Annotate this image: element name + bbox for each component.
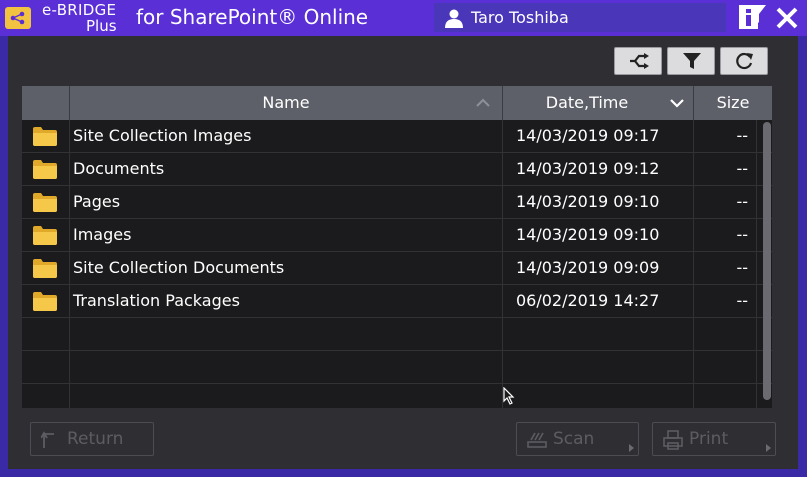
table-row[interactable]: Site Collection Documents 14/03/2019 09:0… (22, 252, 772, 285)
switch-site-icon (630, 53, 649, 69)
row-date (503, 318, 694, 350)
scan-label: Scan (553, 429, 595, 449)
filter-button[interactable] (667, 47, 715, 75)
header-size-label: Size (716, 93, 750, 112)
print-options-arrow (766, 444, 771, 452)
table-header: Name Date,Time Size (22, 86, 772, 120)
row-icon-cell (22, 120, 70, 152)
row-icon-cell (22, 318, 70, 350)
header-size[interactable]: Size (694, 86, 772, 120)
folder-icon (33, 292, 57, 311)
scrollbar[interactable] (763, 120, 773, 408)
row-date: 14/03/2019 09:10 (503, 219, 694, 251)
table-row[interactable]: Documents 14/03/2019 09:12 -- (22, 153, 772, 186)
return-button[interactable]: Return (30, 422, 154, 456)
info-button[interactable] (738, 4, 768, 32)
print-button[interactable]: Print (652, 422, 776, 456)
title-bar: e-BRIDGE Plus for SharePoint® Online Tar… (0, 0, 807, 36)
row-date: 14/03/2019 09:12 (503, 153, 694, 185)
row-icon-cell (22, 186, 70, 218)
refresh-button[interactable] (720, 47, 768, 75)
row-name: Documents (70, 153, 503, 185)
row-size: -- (694, 285, 757, 317)
empty-row (22, 318, 772, 351)
row-name: Site Collection Images (70, 120, 503, 152)
empty-row (22, 351, 772, 384)
app-window: e-BRIDGE Plus for SharePoint® Online Tar… (0, 0, 807, 477)
close-button[interactable] (773, 4, 801, 32)
row-icon-cell (22, 153, 70, 185)
scan-button[interactable]: Scan (516, 422, 639, 456)
table-row[interactable]: Site Collection Images 14/03/2019 09:17 -- (22, 120, 772, 153)
row-size: -- (694, 219, 757, 251)
brand-logo: e-BRIDGE Plus (38, 1, 130, 35)
row-name: Site Collection Documents (70, 252, 503, 284)
header-name-label: Name (262, 93, 310, 112)
scan-icon (527, 432, 547, 448)
row-size: -- (694, 153, 757, 185)
file-table: Name Date,Time Size Site Collection Imag… (22, 86, 772, 408)
folder-icon (33, 259, 57, 278)
row-name (70, 351, 503, 383)
folder-icon (33, 226, 57, 245)
folder-icon (33, 127, 57, 146)
row-size (694, 351, 757, 383)
row-icon-cell (22, 252, 70, 284)
table-row[interactable]: Translation Packages 06/02/2019 14:27 -- (22, 285, 772, 318)
row-size: -- (694, 120, 757, 152)
header-name[interactable]: Name (70, 86, 503, 120)
row-name: Images (70, 219, 503, 251)
chevron-up-icon (476, 98, 490, 107)
app-title: for SharePoint® Online (136, 5, 369, 29)
row-name: Translation Packages (70, 285, 503, 317)
row-icon-cell (22, 219, 70, 251)
brand-line-1: e-BRIDGE (42, 1, 117, 19)
header-date[interactable]: Date,Time (503, 86, 694, 120)
scan-options-arrow (629, 444, 634, 452)
user-box: Taro Toshiba (434, 3, 726, 32)
row-size (694, 318, 757, 350)
header-date-label: Date,Time (545, 93, 629, 112)
header-icon-column (22, 86, 70, 120)
row-date (503, 384, 694, 408)
row-date (503, 351, 694, 383)
row-name: Pages (70, 186, 503, 218)
row-size (694, 384, 757, 408)
row-date: 14/03/2019 09:09 (503, 252, 694, 284)
row-date: 14/03/2019 09:10 (503, 186, 694, 218)
table-row[interactable]: Images 14/03/2019 09:10 -- (22, 219, 772, 252)
user-icon (444, 8, 464, 32)
row-icon-cell (22, 351, 70, 383)
share-icon (5, 7, 31, 29)
print-icon (663, 430, 683, 450)
main-panel: Name Date,Time Size Site Collection Imag… (8, 36, 798, 469)
row-date: 06/02/2019 14:27 (503, 285, 694, 317)
switch-site-button[interactable] (614, 47, 662, 75)
return-arrow-icon (41, 431, 54, 448)
row-name (70, 318, 503, 350)
refresh-icon (736, 52, 753, 70)
brand-line-2: Plus (86, 17, 117, 35)
row-size: -- (694, 252, 757, 284)
row-icon-cell (22, 285, 70, 317)
print-label: Print (689, 429, 729, 449)
row-size: -- (694, 186, 757, 218)
row-date: 14/03/2019 09:17 (503, 120, 694, 152)
folder-icon (33, 193, 57, 212)
filter-icon (683, 53, 701, 69)
scrollbar-thumb[interactable] (763, 122, 771, 400)
mouse-cursor-icon (503, 387, 515, 405)
table-row[interactable]: Pages 14/03/2019 09:10 -- (22, 186, 772, 219)
info-icon (739, 5, 766, 29)
folder-icon (33, 160, 57, 179)
user-name: Taro Toshiba (471, 8, 569, 27)
return-label: Return (67, 429, 124, 449)
close-icon (776, 7, 798, 29)
empty-row (22, 384, 772, 408)
chevron-down-icon (670, 99, 684, 108)
row-icon-cell (22, 384, 70, 408)
row-name (70, 384, 503, 408)
